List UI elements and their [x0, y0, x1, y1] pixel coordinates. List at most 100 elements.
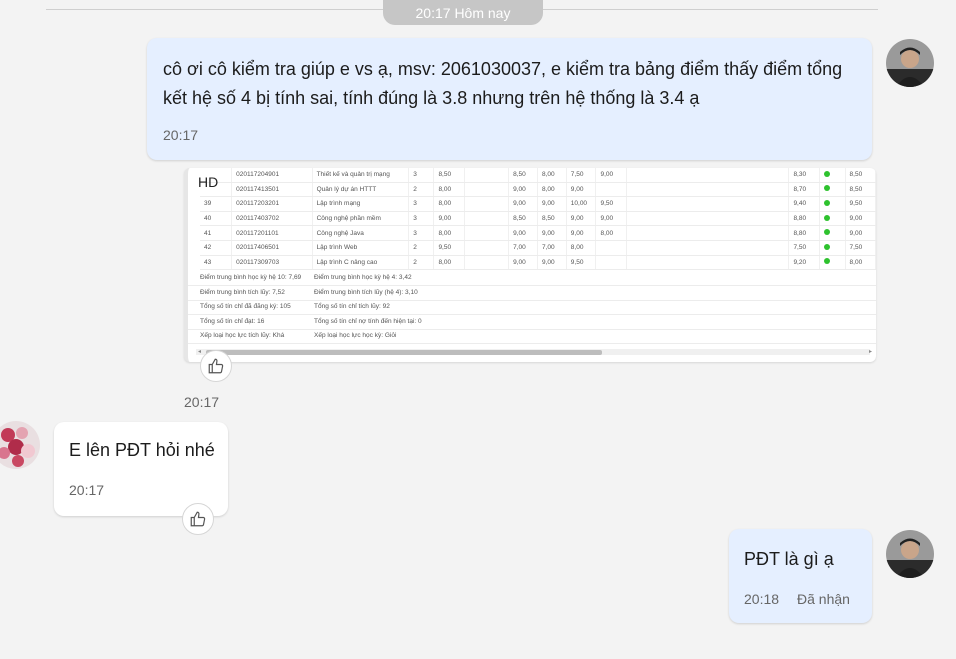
table-cell-s4: 9,50 — [566, 255, 597, 271]
table-cell-s3: 9,00 — [537, 196, 567, 212]
message-time: 20:18 — [744, 591, 780, 607]
table-row: 42 020117406501 Lập trình Web 2 9,50 7,00 7,00… — [200, 240, 876, 256]
hd-image-badge: HD — [198, 174, 219, 190]
table-cell-final: 7,50 — [845, 240, 876, 256]
table-cell-empty — [626, 240, 790, 256]
table-cell-s1: 9,00 — [433, 211, 465, 227]
table-cell-code: 020117413501 — [231, 182, 313, 198]
table-cell-empty — [626, 255, 790, 271]
table-cell-s3: 8,00 — [537, 182, 567, 198]
table-cell-s1: 8,00 — [433, 182, 465, 198]
table-cell-empty — [626, 196, 790, 212]
table-row: 020117204901 Thiết kế và quản trị mạng 3 8,… — [200, 168, 876, 183]
pass-dot-icon — [823, 199, 830, 206]
table-cell-empty — [626, 225, 790, 241]
table-cell-s3: 8,50 — [537, 211, 567, 227]
table-cell-s5: 8,00 — [595, 225, 627, 241]
table-cell-final: 8,00 — [845, 255, 876, 271]
summary-right: Điểm trung bình tích lũy (hệ 4): 3,10 — [314, 288, 418, 296]
table-cell-final: 9,50 — [845, 196, 876, 212]
scroll-right-icon[interactable]: ▸ — [869, 348, 872, 355]
table-cell-credits: 2 — [408, 255, 435, 271]
table-cell-credits: 3 — [408, 211, 435, 227]
pass-status-icon — [819, 255, 846, 271]
table-cell-s2: 7,00 — [508, 240, 538, 256]
summary-left: Điểm trung bình học kỳ hệ 10: 7,69 — [200, 274, 302, 281]
table-cell-credits: 2 — [408, 240, 435, 256]
table-cell-final: 9,00 — [845, 225, 876, 241]
like-button[interactable] — [200, 350, 232, 382]
summary-right: Tổng số tín chỉ nợ tính đến hiện tại: 0 — [314, 317, 422, 325]
table-cell-s1: 8,50 — [433, 168, 465, 183]
my-avatar[interactable] — [886, 530, 934, 578]
pass-dot-icon — [823, 170, 830, 177]
grade-table-image[interactable]: 020117204901 Thiết kế và quản trị mạng 3 8,… — [184, 168, 876, 362]
table-cell-code: 020117201101 — [231, 225, 313, 241]
message-bubble-received[interactable]: E lên PĐT hỏi nhé 20:17 — [54, 422, 228, 516]
table-cell-s1: 8,00 — [433, 255, 465, 271]
message-bubble-sent[interactable]: PĐT là gì ạ 20:18 Đã nhận — [729, 529, 872, 623]
table-cell-empty — [626, 182, 790, 198]
table-cell-code: 020117203201 — [231, 196, 313, 212]
table-row: 41 020117201101 Công nghệ Java 3 8,00 9,00 9,0… — [200, 225, 876, 241]
summary-left: Tổng số tín chỉ đạt: 16 — [200, 317, 265, 325]
table-cell-s2: 8,50 — [508, 211, 538, 227]
table-cell-s3: 7,00 — [537, 240, 567, 256]
scrollbar-thumb[interactable] — [206, 350, 602, 355]
table-cell-stt: 40 — [200, 211, 233, 227]
like-button[interactable] — [182, 503, 214, 535]
table-cell-s5 — [595, 240, 627, 256]
message-time: 20:17 — [163, 127, 199, 143]
message-text: E lên PĐT hỏi nhé — [69, 440, 215, 460]
pass-dot-icon — [823, 243, 830, 250]
table-cell-total: 8,30 — [788, 168, 820, 183]
table-cell-s5: 9,50 — [595, 196, 627, 212]
message-bubble-sent[interactable]: cô ơi cô kiểm tra giúp e vs ạ, msv: 2061… — [147, 38, 872, 160]
scroll-left-icon[interactable]: ◂ — [198, 348, 201, 355]
table-cell-s2: 9,00 — [508, 255, 538, 271]
summary-right: Tổng số tín chỉ tích lũy: 92 — [314, 303, 390, 310]
summary-right: Điểm trung bình học kỳ hệ 4: 3,42 — [314, 274, 412, 281]
message-text: PĐT là gì ạ — [744, 549, 834, 569]
table-cell-s4: 9,00 — [566, 182, 597, 198]
pass-status-icon — [819, 240, 846, 256]
table-cell-s2: 8,50 — [508, 168, 538, 183]
table-cell-final: 9,00 — [845, 211, 876, 227]
thumbs-up-icon — [208, 358, 224, 374]
summary-row: Xếp loại học lực tích lũy: Khá Xếp loại h… — [188, 329, 876, 344]
summary-row: Tổng số tín chỉ đạt: 16 Tổng số tín chỉ n… — [188, 315, 876, 330]
table-row: 40 020117403702 Công nghệ phần mềm 3 9,00 8,5… — [200, 211, 876, 227]
table-cell-final: 8,50 — [845, 182, 876, 198]
date-header: 20:17 Hôm nay — [383, 0, 543, 25]
thumbs-up-icon — [190, 511, 206, 527]
table-cell-s5 — [595, 255, 627, 271]
summary-row: Điểm trung bình tích lũy: 7,52 Điểm trung… — [188, 286, 876, 301]
table-cell-total: 9,40 — [788, 196, 820, 212]
pass-status-icon — [819, 211, 846, 227]
table-cell-empty — [464, 240, 510, 256]
table-cell-empty — [464, 211, 510, 227]
grade-table: 020117204901 Thiết kế và quản trị mạng 3 8,… — [200, 168, 876, 271]
table-cell-total: 9,20 — [788, 255, 820, 271]
my-avatar[interactable] — [886, 39, 934, 87]
table-cell-name: Thiết kế và quản trị mạng — [312, 168, 410, 183]
table-cell-s5 — [595, 182, 627, 198]
table-cell-s3: 9,00 — [537, 225, 567, 241]
pass-status-icon — [819, 225, 846, 241]
table-cell-s2: 9,00 — [508, 196, 538, 212]
table-cell-credits: 3 — [408, 168, 435, 183]
table-cell-stt: 43 — [200, 255, 233, 271]
table-cell-empty — [626, 168, 790, 183]
table-cell-total: 8,70 — [788, 182, 820, 198]
table-cell-name: Quản lý dự án HTTT — [312, 182, 410, 198]
table-cell-stt: 39 — [200, 196, 233, 212]
table-cell-credits: 2 — [408, 182, 435, 198]
summary-row: Tổng số tín chỉ đã đăng ký: 105 Tổng số t… — [188, 300, 876, 315]
table-cell-stt: 42 — [200, 240, 233, 256]
teacher-avatar[interactable] — [0, 421, 40, 469]
summary-left: Xếp loại học lực tích lũy: Khá — [200, 332, 285, 339]
table-cell-name: Công nghệ Java — [312, 225, 410, 241]
pass-dot-icon — [823, 258, 830, 265]
table-cell-s5: 9,00 — [595, 168, 627, 183]
table-cell-s1: 8,00 — [433, 225, 465, 241]
